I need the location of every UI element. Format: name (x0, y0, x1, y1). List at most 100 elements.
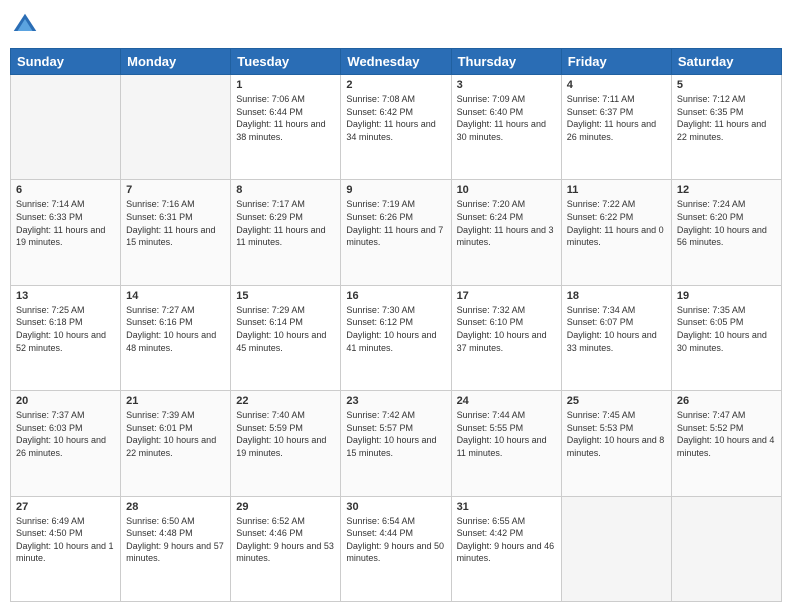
day-number: 8 (236, 184, 335, 196)
day-info: Sunrise: 7:34 AMSunset: 6:07 PMDaylight:… (567, 304, 666, 354)
day-cell (561, 496, 671, 601)
day-cell: 30Sunrise: 6:54 AMSunset: 4:44 PMDayligh… (341, 496, 451, 601)
day-cell: 17 Sunrise: 7:32 AMSunset: 6:10 PMDayligh… (451, 285, 561, 390)
day-cell: 5 Sunrise: 7:12 AMSunset: 6:35 PMDaylight… (671, 75, 781, 180)
day-number: 10 (457, 184, 556, 196)
day-number: 13 (16, 290, 115, 302)
day-cell: 6Sunrise: 7:14 AMSunset: 6:33 PMDaylight… (11, 180, 121, 285)
logo (10, 10, 44, 40)
day-info: Sunrise: 7:19 AMSunset: 6:26 PMDaylight:… (346, 198, 445, 248)
day-cell: 27 Sunrise: 6:49 AMSunset: 4:50 PMDayligh… (11, 496, 121, 601)
day-cell: 29 Sunrise: 6:52 AMSunset: 4:46 PMDayligh… (231, 496, 341, 601)
week-row-4: 27 Sunrise: 6:49 AMSunset: 4:50 PMDayligh… (11, 496, 782, 601)
day-info: Sunrise: 7:39 AMSunset: 6:01 PMDaylight:… (126, 409, 225, 459)
day-info: Sunrise: 7:08 AMSunset: 6:42 PMDaylight:… (346, 93, 445, 143)
day-info: Sunrise: 7:22 AMSunset: 6:22 PMDaylight:… (567, 198, 666, 248)
day-cell: 23 Sunrise: 7:42 AMSunset: 5:57 PMDayligh… (341, 391, 451, 496)
day-cell: 2 Sunrise: 7:08 AMSunset: 6:42 PMDaylight… (341, 75, 451, 180)
week-row-2: 13 Sunrise: 7:25 AMSunset: 6:18 PMDayligh… (11, 285, 782, 390)
day-number: 6 (16, 184, 115, 196)
day-cell (121, 75, 231, 180)
calendar: SundayMondayTuesdayWednesdayThursdayFrid… (10, 48, 782, 602)
day-number: 19 (677, 290, 776, 302)
weekday-header-sunday: Sunday (11, 49, 121, 75)
day-number: 9 (346, 184, 445, 196)
day-info: Sunrise: 6:50 AMSunset: 4:48 PMDaylight:… (126, 515, 225, 565)
day-cell: 7 Sunrise: 7:16 AMSunset: 6:31 PMDaylight… (121, 180, 231, 285)
day-cell: 20Sunrise: 7:37 AMSunset: 6:03 PMDayligh… (11, 391, 121, 496)
day-number: 14 (126, 290, 225, 302)
day-info: Sunrise: 7:06 AMSunset: 6:44 PMDaylight:… (236, 93, 335, 143)
weekday-header-thursday: Thursday (451, 49, 561, 75)
day-cell: 3Sunrise: 7:09 AMSunset: 6:40 PMDaylight… (451, 75, 561, 180)
day-cell: 31 Sunrise: 6:55 AMSunset: 4:42 PMDayligh… (451, 496, 561, 601)
weekday-header-friday: Friday (561, 49, 671, 75)
day-info: Sunrise: 7:24 AMSunset: 6:20 PMDaylight:… (677, 198, 776, 248)
day-cell (671, 496, 781, 601)
day-cell: 19 Sunrise: 7:35 AMSunset: 6:05 PMDayligh… (671, 285, 781, 390)
day-cell: 12 Sunrise: 7:24 AMSunset: 6:20 PMDayligh… (671, 180, 781, 285)
weekday-header-tuesday: Tuesday (231, 49, 341, 75)
day-cell: 21 Sunrise: 7:39 AMSunset: 6:01 PMDayligh… (121, 391, 231, 496)
day-info: Sunrise: 7:27 AMSunset: 6:16 PMDaylight:… (126, 304, 225, 354)
day-number: 29 (236, 501, 335, 513)
day-number: 31 (457, 501, 556, 513)
day-number: 12 (677, 184, 776, 196)
day-number: 16 (346, 290, 445, 302)
day-info: Sunrise: 7:30 AMSunset: 6:12 PMDaylight:… (346, 304, 445, 354)
day-cell: 18 Sunrise: 7:34 AMSunset: 6:07 PMDayligh… (561, 285, 671, 390)
day-number: 2 (346, 79, 445, 91)
day-cell: 9 Sunrise: 7:19 AMSunset: 6:26 PMDaylight… (341, 180, 451, 285)
week-row-1: 6Sunrise: 7:14 AMSunset: 6:33 PMDaylight… (11, 180, 782, 285)
day-number: 21 (126, 395, 225, 407)
day-number: 11 (567, 184, 666, 196)
week-row-0: 1 Sunrise: 7:06 AMSunset: 6:44 PMDaylight… (11, 75, 782, 180)
day-info: Sunrise: 7:45 AMSunset: 5:53 PMDaylight:… (567, 409, 666, 459)
day-cell: 26Sunrise: 7:47 AMSunset: 5:52 PMDayligh… (671, 391, 781, 496)
day-cell: 8 Sunrise: 7:17 AMSunset: 6:29 PMDaylight… (231, 180, 341, 285)
day-cell: 11 Sunrise: 7:22 AMSunset: 6:22 PMDayligh… (561, 180, 671, 285)
day-info: Sunrise: 7:16 AMSunset: 6:31 PMDaylight:… (126, 198, 225, 248)
weekday-header-saturday: Saturday (671, 49, 781, 75)
weekday-header-wednesday: Wednesday (341, 49, 451, 75)
day-info: Sunrise: 7:09 AMSunset: 6:40 PMDaylight:… (457, 93, 556, 143)
day-number: 25 (567, 395, 666, 407)
day-cell: 24Sunrise: 7:44 AMSunset: 5:55 PMDayligh… (451, 391, 561, 496)
day-info: Sunrise: 6:55 AMSunset: 4:42 PMDaylight:… (457, 515, 556, 565)
day-info: Sunrise: 7:12 AMSunset: 6:35 PMDaylight:… (677, 93, 776, 143)
day-number: 23 (346, 395, 445, 407)
day-number: 28 (126, 501, 225, 513)
day-cell: 14 Sunrise: 7:27 AMSunset: 6:16 PMDayligh… (121, 285, 231, 390)
day-number: 17 (457, 290, 556, 302)
day-info: Sunrise: 6:49 AMSunset: 4:50 PMDaylight:… (16, 515, 115, 565)
day-number: 1 (236, 79, 335, 91)
day-cell: 10Sunrise: 7:20 AMSunset: 6:24 PMDayligh… (451, 180, 561, 285)
weekday-header-row: SundayMondayTuesdayWednesdayThursdayFrid… (11, 49, 782, 75)
day-info: Sunrise: 7:32 AMSunset: 6:10 PMDaylight:… (457, 304, 556, 354)
day-number: 22 (236, 395, 335, 407)
day-number: 27 (16, 501, 115, 513)
day-number: 4 (567, 79, 666, 91)
logo-icon (10, 10, 40, 40)
day-cell: 25 Sunrise: 7:45 AMSunset: 5:53 PMDayligh… (561, 391, 671, 496)
weekday-header-monday: Monday (121, 49, 231, 75)
day-info: Sunrise: 7:42 AMSunset: 5:57 PMDaylight:… (346, 409, 445, 459)
day-number: 5 (677, 79, 776, 91)
day-info: Sunrise: 7:40 AMSunset: 5:59 PMDaylight:… (236, 409, 335, 459)
day-number: 7 (126, 184, 225, 196)
day-cell: 4 Sunrise: 7:11 AMSunset: 6:37 PMDaylight… (561, 75, 671, 180)
day-info: Sunrise: 7:25 AMSunset: 6:18 PMDaylight:… (16, 304, 115, 354)
day-info: Sunrise: 7:37 AMSunset: 6:03 PMDaylight:… (16, 409, 115, 459)
header (10, 10, 782, 40)
day-number: 26 (677, 395, 776, 407)
day-cell: 15Sunrise: 7:29 AMSunset: 6:14 PMDayligh… (231, 285, 341, 390)
day-info: Sunrise: 7:44 AMSunset: 5:55 PMDaylight:… (457, 409, 556, 459)
day-info: Sunrise: 6:54 AMSunset: 4:44 PMDaylight:… (346, 515, 445, 565)
day-number: 18 (567, 290, 666, 302)
page: SundayMondayTuesdayWednesdayThursdayFrid… (0, 0, 792, 612)
day-info: Sunrise: 7:35 AMSunset: 6:05 PMDaylight:… (677, 304, 776, 354)
day-info: Sunrise: 7:17 AMSunset: 6:29 PMDaylight:… (236, 198, 335, 248)
day-info: Sunrise: 6:52 AMSunset: 4:46 PMDaylight:… (236, 515, 335, 565)
week-row-3: 20Sunrise: 7:37 AMSunset: 6:03 PMDayligh… (11, 391, 782, 496)
day-info: Sunrise: 7:11 AMSunset: 6:37 PMDaylight:… (567, 93, 666, 143)
